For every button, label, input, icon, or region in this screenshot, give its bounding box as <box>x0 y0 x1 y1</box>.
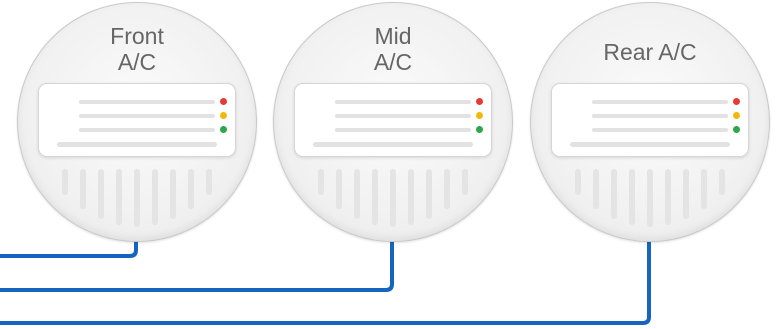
vent-slot <box>116 169 122 225</box>
vent-slot <box>318 169 324 195</box>
panel-bar <box>570 142 730 147</box>
green-status-led <box>476 126 483 133</box>
vent-slot <box>188 169 194 209</box>
front-ac-unit: Front A/C <box>17 2 257 242</box>
vent-slot <box>701 169 707 209</box>
vent-slot <box>665 169 671 225</box>
panel-line <box>79 128 215 132</box>
vent-slot <box>390 169 396 227</box>
ac-diagram: Front A/C Mid A/C Rear A/C <box>0 0 776 329</box>
rear-ac-unit: Rear A/C <box>530 2 770 242</box>
green-status-led <box>733 126 740 133</box>
panel-line <box>335 114 471 118</box>
panel-line <box>335 128 471 132</box>
front-ac-label: Front A/C <box>110 23 164 75</box>
vent-slot <box>444 169 450 209</box>
panel-line <box>592 100 728 104</box>
rear-ac-wire <box>0 236 651 325</box>
yellow-status-led <box>476 112 483 119</box>
vent-slot <box>647 169 653 227</box>
vent-slot <box>408 169 414 225</box>
vent-slot <box>170 169 176 219</box>
mid-ac-label: Mid A/C <box>373 23 413 75</box>
yellow-status-led <box>220 112 227 119</box>
yellow-status-led <box>733 112 740 119</box>
panel-bar <box>313 142 473 147</box>
mid-ac-vents <box>312 169 474 229</box>
vent-slot <box>593 169 599 209</box>
vent-slot <box>372 169 378 225</box>
panel-line <box>335 100 471 104</box>
vent-slot <box>80 169 86 209</box>
panel-bar <box>57 142 217 147</box>
front-ac-vents <box>56 169 218 229</box>
panel-line <box>79 114 215 118</box>
rear-ac-control-panel <box>551 83 749 157</box>
mid-ac-control-panel <box>294 83 492 157</box>
vent-slot <box>134 169 140 227</box>
panel-line <box>592 114 728 118</box>
panel-line <box>592 128 728 132</box>
panel-line <box>79 100 215 104</box>
front-ac-wire <box>0 236 138 258</box>
green-status-led <box>220 126 227 133</box>
vent-slot <box>426 169 432 219</box>
vent-slot <box>683 169 689 219</box>
red-status-led <box>476 98 483 105</box>
vent-slot <box>719 169 725 195</box>
red-status-led <box>220 98 227 105</box>
vent-slot <box>152 169 158 225</box>
vent-slot <box>98 169 104 219</box>
vent-slot <box>611 169 617 219</box>
rear-ac-label: Rear A/C <box>603 39 697 65</box>
vent-slot <box>575 169 581 195</box>
mid-ac-unit: Mid A/C <box>273 2 513 242</box>
vent-slot <box>462 169 468 195</box>
red-status-led <box>733 98 740 105</box>
vent-slot <box>206 169 212 195</box>
vent-slot <box>354 169 360 219</box>
vent-slot <box>62 169 68 195</box>
rear-ac-vents <box>569 169 731 229</box>
vent-slot <box>336 169 342 209</box>
vent-slot <box>629 169 635 225</box>
mid-ac-wire <box>0 236 394 292</box>
front-ac-control-panel <box>38 83 236 157</box>
